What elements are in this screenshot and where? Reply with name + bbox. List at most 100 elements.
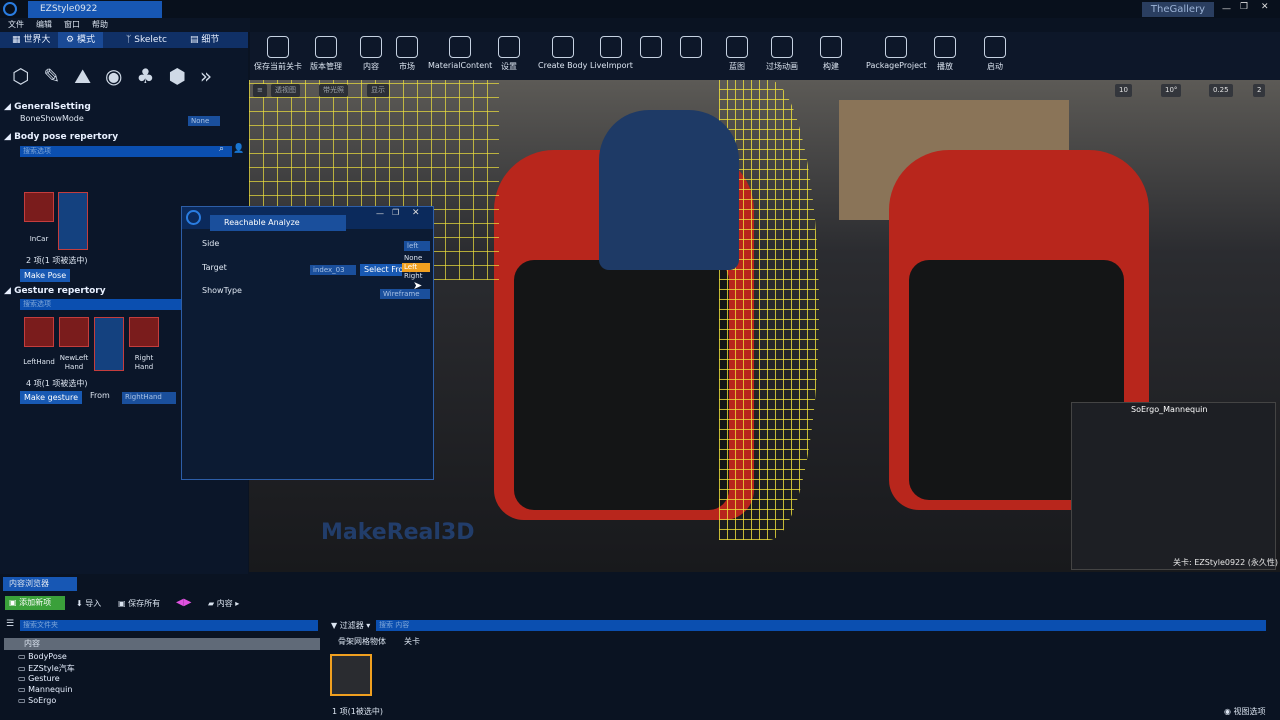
- folder-search[interactable]: 搜索文件夹: [20, 620, 318, 631]
- close-icon[interactable]: ✕: [1261, 2, 1269, 12]
- tag-skeletal[interactable]: 骨架网格物体: [338, 636, 386, 647]
- asset-search[interactable]: 搜索 内容: [376, 620, 1266, 631]
- menu-help[interactable]: 帮助: [92, 20, 108, 29]
- from-dropdown[interactable]: RightHand: [122, 392, 176, 404]
- package-project-button[interactable]: PackageProject: [866, 36, 927, 70]
- play-button[interactable]: 播放: [934, 36, 956, 72]
- history-back-icon[interactable]: ◀▶: [176, 597, 191, 608]
- maximize-icon[interactable]: ❐: [1240, 2, 1248, 12]
- window-tab[interactable]: EZStyle0922: [28, 1, 162, 18]
- live-import-button[interactable]: LiveImport: [590, 36, 633, 70]
- lighting-button[interactable]: 带光照: [319, 84, 348, 97]
- folder-soergo[interactable]: ▭ SoErgo: [18, 696, 56, 705]
- view-options-button[interactable]: ◉ 视图选项: [1224, 706, 1266, 717]
- pose-label: InCar: [29, 235, 49, 243]
- tab-world[interactable]: ▦ 世界大: [4, 32, 58, 48]
- gesture-search[interactable]: 搜索选项: [20, 299, 182, 310]
- brush-icon[interactable]: ✎: [43, 64, 74, 88]
- menu-edit[interactable]: 编辑: [36, 20, 52, 29]
- content-button[interactable]: 内容: [360, 36, 382, 72]
- play-label: 播放: [937, 62, 953, 71]
- folder-ezstyle-label: EZStyle汽车: [28, 664, 75, 673]
- version-label: 版本管理: [310, 62, 342, 71]
- pose-thumb-incar[interactable]: [24, 192, 54, 222]
- folder-mannequin[interactable]: ▭ Mannequin: [18, 685, 72, 694]
- launch-button[interactable]: 启动: [984, 36, 1006, 72]
- dialog-minimize-icon[interactable]: —: [376, 209, 384, 218]
- gesture-thumb-selected[interactable]: [94, 317, 124, 371]
- gesture-label-newlefthand: NewLeft Hand: [59, 354, 89, 371]
- menu-file[interactable]: 文件: [8, 20, 24, 29]
- camera-speed-value[interactable]: 2: [1253, 84, 1266, 97]
- save-all-button[interactable]: ▣ 保存所有: [118, 598, 160, 609]
- landscape-icon[interactable]: ⛰: [74, 64, 105, 88]
- create-body-button[interactable]: Create Body: [538, 36, 587, 70]
- minimize-icon[interactable]: —: [1222, 4, 1231, 14]
- settings-button[interactable]: 设置: [498, 36, 520, 72]
- option-left[interactable]: Left: [402, 263, 430, 272]
- side-dropdown[interactable]: left: [404, 241, 430, 251]
- filter-button[interactable]: ▼ 过滤器 ▾: [331, 620, 370, 631]
- path-folder-icon[interactable]: ▰ 内容 ▸: [208, 598, 239, 609]
- body-search[interactable]: 搜索选项: [20, 146, 232, 157]
- gesture-label-lefthand: LeftHand: [23, 358, 55, 366]
- bone-dropdown[interactable]: None: [188, 116, 220, 126]
- tab-mode[interactable]: ⚙ 模式: [58, 32, 103, 48]
- cube-icon[interactable]: ⬡: [12, 64, 43, 88]
- tree-root[interactable]: 内容: [4, 638, 320, 650]
- version-button[interactable]: 版本管理: [310, 36, 342, 72]
- bone-label: BoneShowMode: [20, 114, 84, 123]
- eye-icon[interactable]: ◉: [105, 64, 136, 88]
- content-browser-tab[interactable]: 内容浏览器: [3, 577, 77, 591]
- showtype-dropdown[interactable]: Wireframe: [380, 289, 430, 299]
- asset-thumbnail[interactable]: [330, 654, 372, 696]
- make-pose-button[interactable]: Make Pose: [20, 269, 71, 282]
- save-level-button[interactable]: 保存当前关卡: [254, 36, 302, 72]
- dialog-close-icon[interactable]: ✕: [412, 208, 420, 218]
- dialog-title-tab: Reachable Analyze: [210, 215, 346, 231]
- more-icon[interactable]: »: [200, 64, 226, 88]
- make-gesture-button[interactable]: Make gesture: [20, 391, 83, 404]
- snap-grid-value[interactable]: 10: [1115, 84, 1132, 97]
- play-icon: [934, 36, 956, 58]
- reachable-analyze-dialog: Reachable Analyze — ❐ ✕ Side left Target…: [181, 206, 434, 480]
- content-browser-tab-label: 内容浏览器: [9, 579, 49, 588]
- snap-rotate-value[interactable]: 10°: [1161, 84, 1182, 97]
- market-button[interactable]: 市场: [396, 36, 418, 72]
- main-toolbar: 保存当前关卡 版本管理 内容 市场 MaterialContent 设置 Cre…: [250, 32, 1280, 80]
- tab-details[interactable]: ▤ 细节: [182, 32, 227, 48]
- pose-thumb-selected[interactable]: [58, 192, 88, 250]
- market-label: 市场: [399, 62, 415, 71]
- seat-left-back: [514, 260, 729, 510]
- blueprint-button[interactable]: 蓝图: [726, 36, 748, 72]
- add-new-button[interactable]: ▣ 添加新项: [5, 596, 65, 610]
- user-icon[interactable]: 👤: [233, 144, 244, 154]
- show-button[interactable]: 显示: [367, 84, 389, 97]
- settings-label: 设置: [501, 62, 517, 71]
- gesture-thumb-righthand[interactable]: [129, 317, 159, 347]
- cinematics-button[interactable]: 过场动画: [766, 36, 798, 72]
- search-icon[interactable]: ⌕: [219, 144, 224, 154]
- tools-button[interactable]: [680, 36, 702, 61]
- tag-level[interactable]: 关卡: [404, 636, 420, 647]
- box-icon[interactable]: ⬢: [168, 64, 199, 88]
- viewport-menu-icon[interactable]: ≡: [253, 84, 267, 97]
- build-button[interactable]: 构建: [820, 36, 842, 72]
- folder-ezstyle[interactable]: ▭ EZStyle汽车: [18, 663, 75, 674]
- folder-list-icon[interactable]: ☰: [6, 619, 14, 629]
- perspective-button[interactable]: 透视图: [271, 84, 300, 97]
- menu-window[interactable]: 窗口: [64, 20, 80, 29]
- option-none[interactable]: None: [402, 254, 430, 263]
- material-content-button[interactable]: MaterialContent: [428, 36, 492, 70]
- sort-button[interactable]: [640, 36, 662, 61]
- folder-gesture[interactable]: ▭ Gesture: [18, 674, 60, 683]
- tab-skeleton[interactable]: ᛉ Skeletc: [118, 32, 175, 48]
- gesture-thumb-lefthand[interactable]: [24, 317, 54, 347]
- tree-icon[interactable]: ♣: [137, 64, 169, 88]
- folder-bodypose[interactable]: ▭ BodyPose: [18, 652, 67, 661]
- import-button[interactable]: ⬇ 导入: [76, 598, 101, 609]
- dialog-maximize-icon[interactable]: ❐: [392, 208, 399, 217]
- target-dropdown[interactable]: index_03: [310, 265, 356, 275]
- gesture-thumb-newlefthand[interactable]: [59, 317, 89, 347]
- snap-scale-value[interactable]: 0.25: [1209, 84, 1233, 97]
